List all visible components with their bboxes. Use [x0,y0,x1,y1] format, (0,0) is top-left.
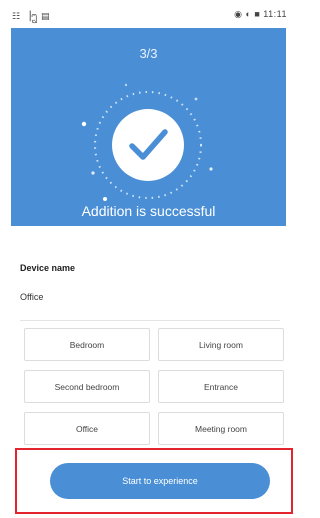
check-circle-icon [81,83,213,201]
status-icons-left: ☷ ▕ᩂ ▤ [12,11,50,21]
room-option-office[interactable]: Office [24,412,150,445]
divider [20,320,280,321]
start-to-experience-button[interactable]: Start to experience [50,463,270,499]
status-bar: ☷ ▕ᩂ ▤ ◉ ◐ ■ 11:11 [0,0,297,28]
success-message: Addition is successful [81,203,216,219]
step-indicator: 3/3 [139,46,158,61]
highlight-box: Start to experience [15,448,293,514]
room-option-entrance[interactable]: Entrance [158,370,284,403]
device-name-label: Device name [20,263,76,273]
room-option-living-room[interactable]: Living room [158,328,284,361]
status-icons-right: ◉ ◐ ■ 11:11 [234,9,287,19]
room-option-second-bedroom[interactable]: Second bedroom [24,370,150,403]
room-option-meeting-room[interactable]: Meeting room [158,412,284,445]
success-banner: 3/3 Addition is successful [11,28,286,226]
room-option-bedroom[interactable]: Bedroom [24,328,150,361]
room-options: Bedroom Living room Second bedroom Entra… [24,328,286,445]
device-name-value[interactable]: Office [20,292,43,302]
